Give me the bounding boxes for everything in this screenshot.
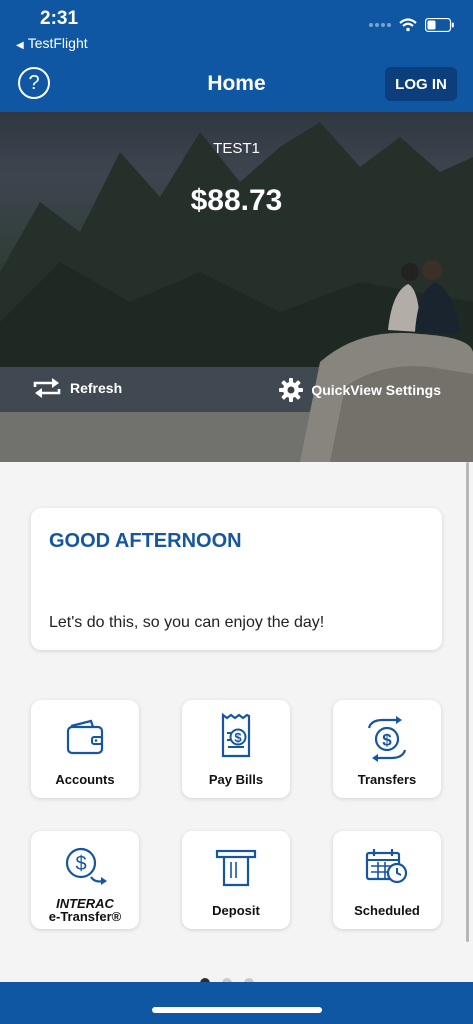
svg-text:$: $ [75,853,86,875]
gear-icon [279,378,304,402]
refresh-label: Refresh [70,380,123,396]
deposit-icon [215,849,257,887]
etransfer-icon: $ [65,847,107,885]
back-to-app[interactable]: ◀ TestFlight [16,35,88,51]
wifi-icon [399,18,417,32]
refresh-button[interactable]: Refresh [32,378,122,398]
hero-banner: TEST1 $88.73 Refresh QuickView Settings [0,112,473,462]
login-button[interactable]: LOG IN [385,67,457,101]
back-arrow-icon: ◀ [16,40,24,51]
etransfer-text: e-Transfer® [48,909,122,924]
status-bar: 2:31 ◀ TestFlight [0,0,473,62]
quickview-label: QuickView Settings [311,382,441,398]
transfer-icon: $ [367,716,407,762]
scheduled-tile[interactable]: Scheduled [333,831,441,929]
refresh-icon [33,378,61,398]
account-name: TEST1 [213,140,260,157]
interac-etransfer-label: INTERAC e-Transfer® [49,897,121,923]
calendar-clock-icon [365,849,408,884]
status-icons [369,18,455,32]
transfers-tile[interactable]: $ Transfers [333,700,441,798]
greeting-message: Let's do this, so you can enjoy the day! [49,614,325,631]
accounts-tile[interactable]: Accounts [31,700,139,798]
svg-text:$: $ [234,730,242,745]
greeting-card: GOOD AFTERNOON Let's do this, so you can… [31,508,442,650]
pay-bills-tile[interactable]: $ Pay Bills [182,700,290,798]
bill-icon: $ [221,712,251,758]
deposit-label: Deposit [212,903,260,918]
scheduled-label: Scheduled [354,903,420,918]
nav-bar: ? Home LOG IN [0,62,473,112]
accounts-label: Accounts [55,772,115,787]
interac-etransfer-tile[interactable]: $ INTERAC e-Transfer® [31,831,139,929]
account-balance: $88.73 [190,184,283,217]
signal-icon [369,22,391,28]
transfers-label: Transfers [357,772,417,787]
bottom-bar [0,982,473,1024]
battery-icon [425,18,454,32]
home-indicator[interactable] [152,1007,322,1013]
scrollbar[interactable] [466,462,469,942]
greeting-title: GOOD AFTERNOON [49,530,242,552]
pay-bills-label: Pay Bills [208,772,264,787]
quickview-settings-button[interactable]: QuickView Settings [279,378,441,402]
status-time: 2:31 [40,8,79,29]
deposit-tile[interactable]: Deposit [182,831,290,929]
wallet-icon [66,719,104,755]
svg-text:$: $ [382,731,392,750]
back-app-label: TestFlight [27,35,88,51]
